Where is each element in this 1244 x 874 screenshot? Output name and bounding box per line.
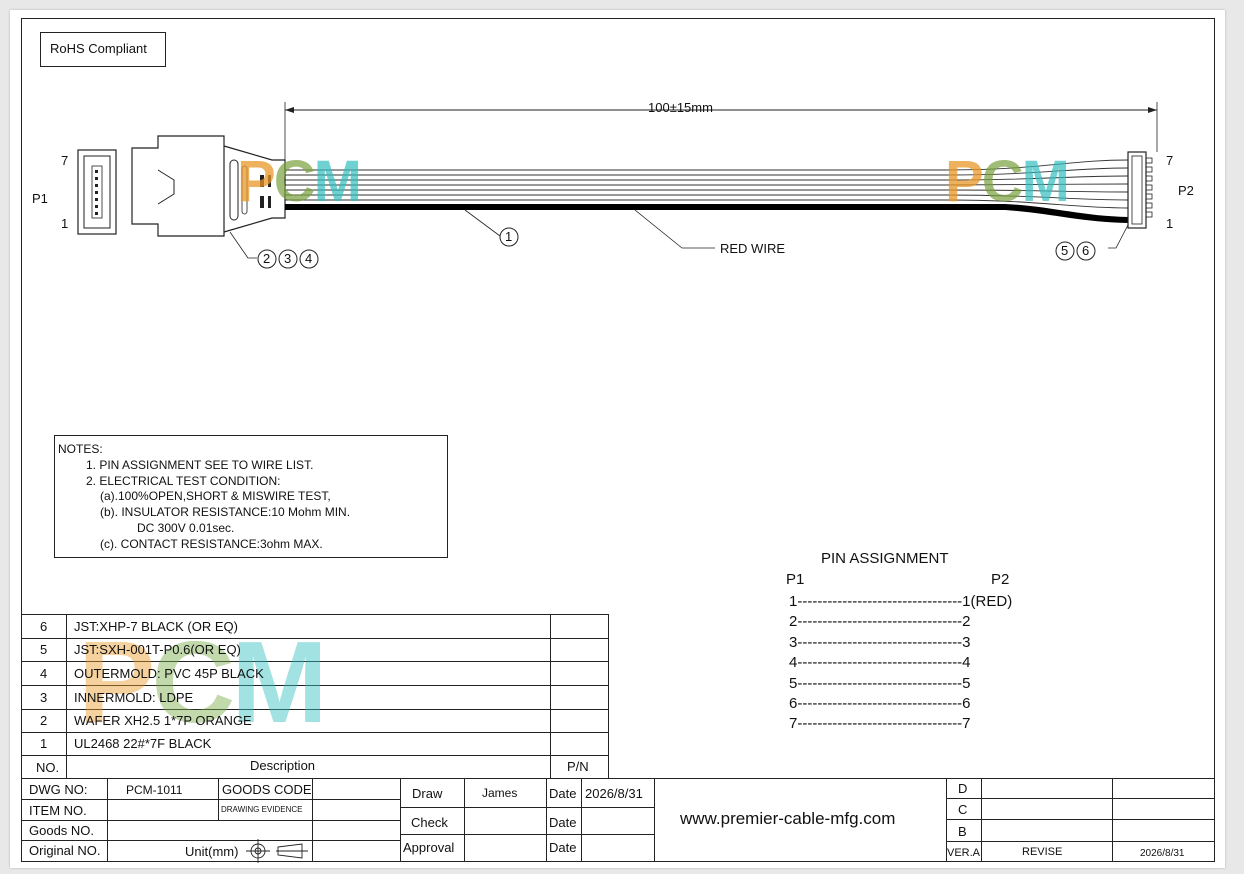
length-dimension: 100±15mm	[648, 100, 713, 115]
unit-label: Unit(mm)	[185, 844, 239, 859]
notes-block: NOTES: 1. PIN ASSIGNMENT SEE TO WIRE LIS…	[58, 442, 350, 553]
approval-label: Approval	[403, 840, 455, 855]
ver-label: VER.A	[947, 847, 981, 859]
original-no-label: Original NO.	[29, 843, 101, 858]
pin-row: 5---------------------------------5	[789, 674, 971, 692]
pin-col-p2: P2	[991, 571, 1010, 588]
callout-6: 6	[1082, 243, 1090, 258]
rev-date: 2026/8/31	[1140, 848, 1185, 859]
p1-pin-bottom: 1	[61, 216, 69, 231]
date-label: Date	[549, 840, 577, 855]
p2-pin-top: 7	[1166, 153, 1174, 168]
pcm-watermark-right: PCM	[945, 149, 1070, 214]
bom-header-pn: P/N	[567, 759, 589, 774]
note-line: 1. PIN ASSIGNMENT SEE TO WIRE LIST.	[86, 457, 314, 472]
drawing-sheet: PCM PCM PCM RoHS Compliant 100±15mm P1 7…	[10, 10, 1225, 868]
date-label: Date	[549, 786, 577, 801]
callout-3: 3	[284, 251, 292, 266]
callout-4: 4	[305, 251, 313, 266]
dwg-no-label: DWG NO:	[29, 782, 88, 797]
bom-header-desc: Description	[250, 758, 316, 773]
pin-assignment-title: PIN ASSIGNMENT	[821, 550, 949, 567]
rohs-label: RoHS Compliant	[50, 41, 147, 56]
website-url: www.premier-cable-mfg.com	[680, 809, 896, 828]
check-label: Check	[411, 815, 448, 830]
note-line: (b). INSULATOR RESISTANCE:10 Mohm MIN.	[100, 505, 351, 520]
pin-col-p1: P1	[786, 571, 805, 588]
draw-label: Draw	[412, 786, 443, 801]
rev-d: D	[958, 781, 968, 796]
dwg-no-value: PCM-1011	[126, 783, 183, 797]
bom-no: 3	[40, 690, 48, 705]
pin-row: 7---------------------------------7	[789, 715, 971, 733]
drawing-evidence: DRAWING EVIDENCE	[221, 805, 303, 814]
pin-row: 3---------------------------------3	[789, 633, 971, 651]
p1-pin-top: 7	[61, 153, 69, 168]
bom-desc: INNERMOLD: LDPE	[74, 690, 194, 705]
bom-desc: OUTERMOLD: PVC 45P BLACK	[74, 666, 264, 681]
rev-c: C	[958, 802, 968, 817]
date-label: Date	[549, 815, 577, 830]
callout-1: 1	[505, 229, 513, 244]
note-line: (c). CONTACT RESISTANCE:3ohm MAX.	[100, 536, 323, 551]
bom-desc: JST:XHP-7 BLACK (OR EQ)	[74, 619, 238, 634]
p2-label: P2	[1178, 183, 1194, 198]
note-line: DC 300V 0.01sec.	[137, 520, 235, 535]
callout-5: 5	[1061, 243, 1069, 258]
draw-date: 2026/8/31	[585, 786, 643, 801]
bom-desc: WAFER XH2.5 1*7P ORANGE	[74, 713, 252, 728]
pin-row: 6---------------------------------6	[789, 695, 971, 713]
draw-name: James	[482, 786, 518, 800]
pin-assignment-list: 1---------------------------------1(RED)…	[789, 592, 1012, 735]
bom-no: 6	[40, 619, 48, 634]
note-line: 2. ELECTRICAL TEST CONDITION:	[86, 473, 281, 488]
bom-no: 1	[40, 736, 48, 751]
p2-pin-bottom: 1	[1166, 216, 1174, 231]
pcm-watermark-left: PCM	[237, 149, 362, 214]
p1-label: P1	[32, 191, 48, 206]
notes-header: NOTES:	[58, 442, 103, 456]
bom-desc: UL2468 22#*7F BLACK	[74, 736, 212, 751]
goods-code-label: GOODS CODE	[222, 782, 312, 797]
goods-no-label: Goods NO.	[29, 823, 95, 838]
bom-header-no: NO.	[36, 760, 60, 775]
pcm-watermark-table: PCM	[78, 617, 328, 747]
pin-row: 2---------------------------------2	[789, 613, 971, 631]
bom-no: 5	[40, 642, 48, 657]
pin-row: 1---------------------------------1(RED)	[789, 593, 1013, 610]
callout-2: 2	[263, 251, 271, 266]
revise-label: REVISE	[1022, 846, 1063, 858]
bom-no: 2	[40, 713, 48, 728]
bom-no: 4	[40, 666, 48, 681]
bom-desc: JST:SXH-001T-P0.6(OR EQ)	[74, 642, 241, 657]
red-wire-label: RED WIRE	[720, 241, 785, 256]
note-line: (a).100%OPEN,SHORT & MISWIRE TEST,	[100, 489, 331, 504]
pin-row: 4---------------------------------4	[789, 654, 971, 672]
rev-b: B	[958, 824, 967, 839]
item-no-label: ITEM NO.	[29, 803, 87, 818]
